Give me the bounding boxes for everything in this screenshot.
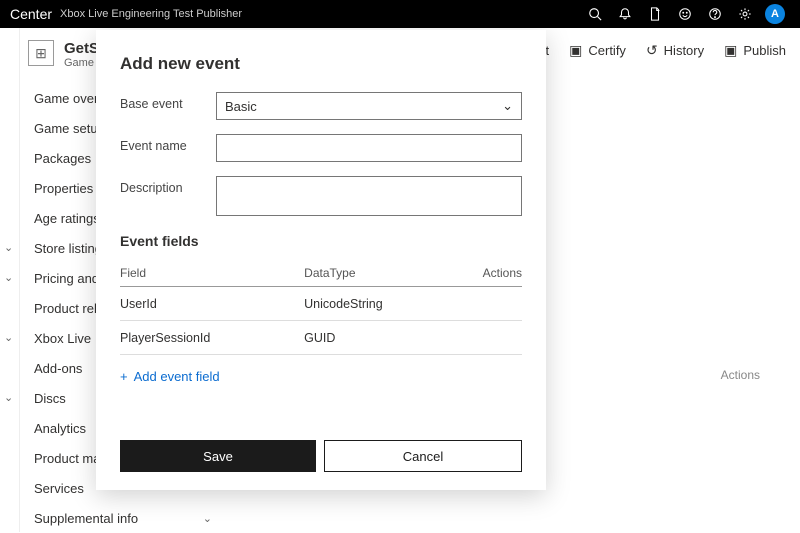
plus-icon: +	[120, 369, 128, 384]
chevron-down-icon: ⌄	[4, 241, 13, 254]
toolbar-history[interactable]: ↺History	[646, 42, 704, 59]
search-icon[interactable]	[580, 0, 610, 28]
table-row: UserId UnicodeString	[120, 287, 522, 321]
actions-column-label: Actions	[721, 368, 760, 382]
chevron-down-icon: ⌄	[502, 98, 513, 114]
certify-icon: ▣	[569, 42, 582, 59]
project-title: GetS	[64, 40, 99, 57]
description-label: Description	[120, 176, 216, 195]
cancel-button[interactable]: Cancel	[324, 440, 522, 472]
publisher: Xbox Live Engineering Test Publisher	[60, 8, 242, 20]
toolbar-certify[interactable]: ▣Certify	[569, 42, 626, 59]
event-fields-table: Field DataType Actions UserId UnicodeStr…	[120, 259, 522, 355]
toolbar-publish[interactable]: ▣Publish	[724, 42, 786, 59]
event-name-input[interactable]	[216, 134, 522, 162]
add-event-field-link[interactable]: + Add event field	[120, 369, 522, 384]
col-datatype: DataType	[304, 266, 462, 280]
sidebar-item-supplemental[interactable]: Supplemental info ⌄	[20, 503, 220, 533]
smile-icon[interactable]	[670, 0, 700, 28]
event-name-label: Event name	[120, 134, 216, 153]
project-icon: ⊞	[28, 40, 54, 66]
base-event-select[interactable]: Basic ⌄	[216, 92, 522, 120]
modal-title: Add new event	[120, 54, 522, 74]
chevron-down-icon: ⌄	[203, 512, 212, 525]
history-icon: ↺	[646, 42, 658, 59]
brand: Center	[10, 6, 52, 22]
avatar[interactable]: A	[760, 0, 790, 28]
bell-icon[interactable]	[610, 0, 640, 28]
chevron-down-icon: ⌄	[4, 271, 13, 284]
save-button[interactable]: Save	[120, 440, 316, 472]
col-actions: Actions	[462, 266, 522, 280]
base-event-value: Basic	[225, 99, 257, 114]
chevron-down-icon: ⌄	[4, 391, 13, 404]
add-event-modal: Add new event Base event Basic ⌄ Event n…	[96, 30, 546, 490]
document-icon[interactable]	[640, 0, 670, 28]
publish-icon: ▣	[724, 42, 737, 59]
top-header: Center Xbox Live Engineering Test Publis…	[0, 0, 800, 28]
project-subtitle: Game	[64, 57, 99, 69]
gear-icon[interactable]	[730, 0, 760, 28]
event-fields-title: Event fields	[120, 233, 522, 249]
chevron-down-icon: ⌄	[4, 331, 13, 344]
base-event-label: Base event	[120, 92, 216, 111]
help-icon[interactable]	[700, 0, 730, 28]
description-input[interactable]	[216, 176, 522, 216]
table-row: PlayerSessionId GUID	[120, 321, 522, 355]
col-field: Field	[120, 266, 304, 280]
